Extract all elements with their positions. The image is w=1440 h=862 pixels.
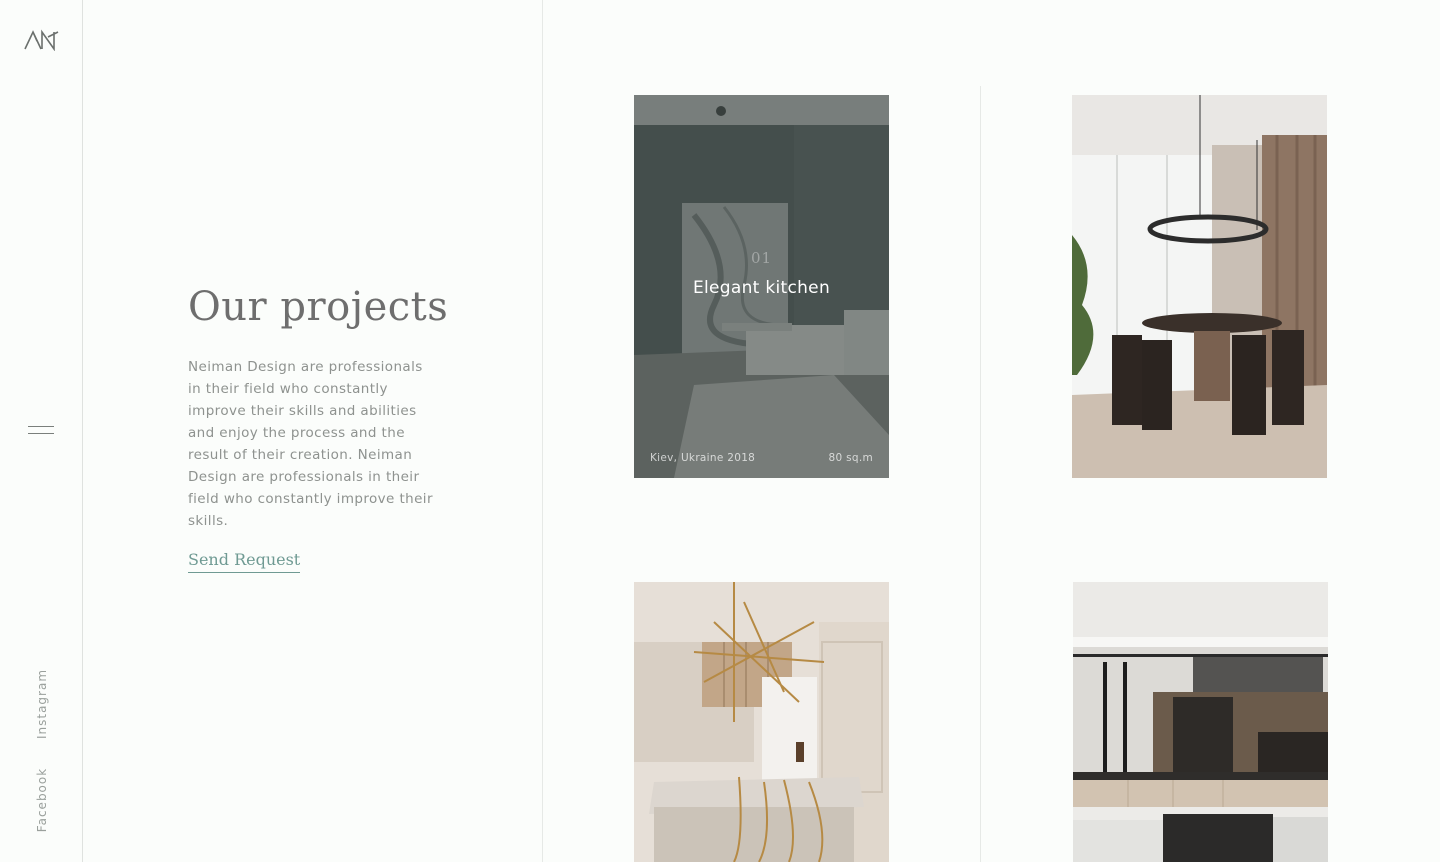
project-card[interactable] bbox=[1073, 582, 1328, 862]
project-location: Kiev, Ukraine 2018 bbox=[650, 452, 756, 464]
send-request-link[interactable]: Send Request bbox=[188, 550, 301, 573]
hamburger-menu-icon[interactable] bbox=[28, 424, 54, 438]
left-sidebar: Instagram Facebook bbox=[0, 0, 83, 862]
project-title: Elegant kitchen bbox=[692, 278, 831, 298]
menu-line bbox=[28, 426, 54, 427]
instagram-link[interactable]: Instagram bbox=[35, 669, 49, 739]
modern-kitchen-photo bbox=[1073, 582, 1328, 862]
column-divider bbox=[980, 86, 981, 862]
facebook-link[interactable]: Facebook bbox=[35, 768, 49, 832]
dining-room-photo bbox=[1072, 95, 1327, 478]
column-divider bbox=[542, 0, 543, 862]
project-card[interactable] bbox=[634, 582, 889, 862]
project-number: 01 bbox=[750, 249, 773, 267]
kitchen-island-photo bbox=[634, 582, 889, 862]
logo-icon[interactable] bbox=[24, 29, 60, 52]
project-card[interactable]: 01 Elegant kitchen Kiev, Ukraine 2018 80… bbox=[634, 95, 889, 478]
menu-line bbox=[28, 433, 54, 434]
project-card[interactable] bbox=[1072, 95, 1327, 478]
project-area: 80 sq.m bbox=[828, 452, 873, 464]
page-title: Our projects bbox=[188, 284, 449, 330]
intro-description: Neiman Design are professionals in their… bbox=[188, 359, 433, 529]
